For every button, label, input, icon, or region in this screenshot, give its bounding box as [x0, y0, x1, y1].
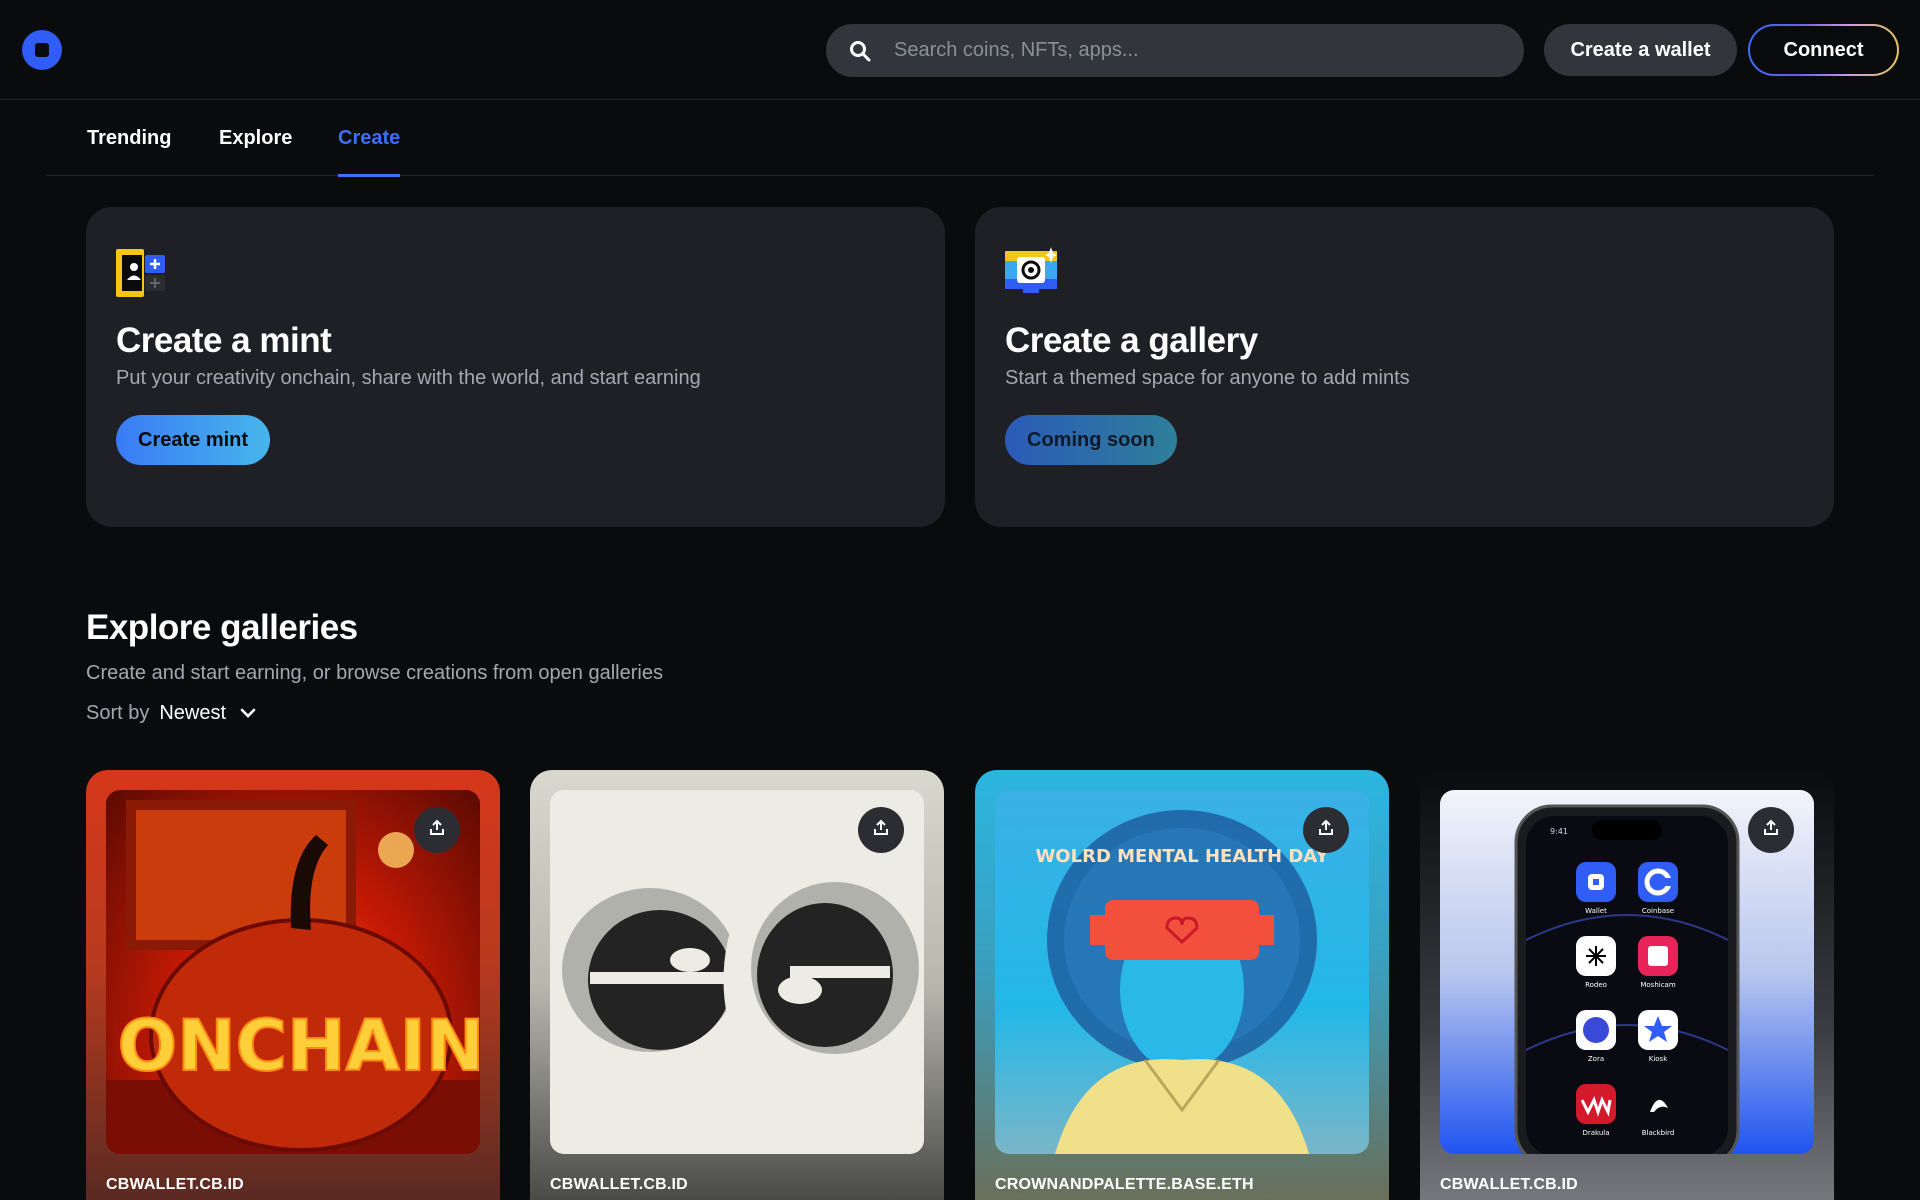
- search-input[interactable]: [886, 39, 1524, 62]
- gallery-tile[interactable]: WOLRD MENTAL HEALTH DAY CROWNANDPALETTE.…: [975, 770, 1389, 1200]
- app-label: Blackbird: [1642, 1129, 1675, 1137]
- gallery-creator: CBWALLET.CB.ID: [550, 1176, 688, 1193]
- app-label: Rodeo: [1585, 981, 1607, 989]
- share-icon: [428, 819, 446, 842]
- create-gallery-subtitle: Start a themed space for anyone to add m…: [1005, 367, 1410, 389]
- gallery-creator: CBWALLET.CB.ID: [1440, 1176, 1578, 1193]
- app-label: Coinbase: [1642, 907, 1674, 915]
- chevron-down-icon: [240, 702, 256, 725]
- tab-create[interactable]: Create: [338, 100, 401, 177]
- tab-explore[interactable]: Explore: [219, 100, 292, 176]
- gallery-creator: CROWNANDPALETTE.BASE.ETH: [995, 1176, 1254, 1193]
- create-mint-button[interactable]: Create mint: [116, 415, 271, 465]
- share-button[interactable]: [1303, 807, 1349, 853]
- sort-control: Sort by Newest: [86, 702, 256, 725]
- search-icon: [826, 40, 886, 62]
- explore-galleries-subtitle: Create and start earning, or browse crea…: [86, 662, 663, 684]
- phone-status-time: 9:41: [1550, 827, 1568, 836]
- mint-icon: [116, 247, 168, 299]
- tab-bar: Trending Explore Create: [46, 100, 1874, 177]
- sort-value: Newest: [159, 702, 227, 724]
- pumpkin-carving-text: ONCHAIN: [118, 1005, 480, 1087]
- app-label: Moshicam: [1640, 981, 1675, 989]
- sort-dropdown[interactable]: Newest: [159, 702, 256, 725]
- connect-button-label: Connect: [1750, 26, 1897, 74]
- share-button[interactable]: [1748, 807, 1794, 853]
- app-label: Zora: [1588, 1055, 1604, 1063]
- coinbase-wallet-logo-icon[interactable]: [22, 30, 62, 70]
- create-mint-card: Create a mint Put your creativity onchai…: [86, 207, 945, 527]
- gallery-tile[interactable]: CBWALLET.CB.ID: [530, 770, 944, 1200]
- gallery-tile[interactable]: ONCHAIN CBWALLET.CB.ID: [86, 770, 500, 1200]
- share-button[interactable]: [858, 807, 904, 853]
- create-gallery-title: Create a gallery: [1005, 321, 1258, 360]
- share-button[interactable]: [414, 807, 460, 853]
- share-icon: [1317, 819, 1335, 842]
- gallery-icon: [1005, 247, 1057, 299]
- artwork-caption-text: WOLRD MENTAL HEALTH DAY: [1035, 846, 1329, 867]
- create-gallery-card: Create a gallery Start a themed space fo…: [975, 207, 1834, 527]
- top-bar: Create a wallet Connect: [0, 0, 1920, 100]
- app-label: Wallet: [1585, 907, 1607, 915]
- gallery-creator: CBWALLET.CB.ID: [106, 1176, 244, 1193]
- app-label: Drakula: [1582, 1129, 1609, 1137]
- tab-trending[interactable]: Trending: [87, 100, 171, 176]
- sort-label: Sort by: [86, 702, 150, 724]
- app-label: Kiosk: [1649, 1055, 1668, 1063]
- gallery-tile[interactable]: 9:41 Wallet Coinbase Rodeo Moshicam Zora…: [1420, 770, 1834, 1200]
- connect-button[interactable]: Connect: [1748, 24, 1899, 76]
- search-bar[interactable]: [826, 24, 1524, 77]
- create-wallet-button[interactable]: Create a wallet: [1544, 24, 1737, 76]
- share-icon: [872, 819, 890, 842]
- create-mint-subtitle: Put your creativity onchain, share with …: [116, 367, 701, 389]
- explore-galleries-title: Explore galleries: [86, 608, 358, 647]
- share-icon: [1762, 819, 1780, 842]
- create-mint-title: Create a mint: [116, 321, 332, 360]
- coming-soon-button: Coming soon: [1005, 415, 1177, 465]
